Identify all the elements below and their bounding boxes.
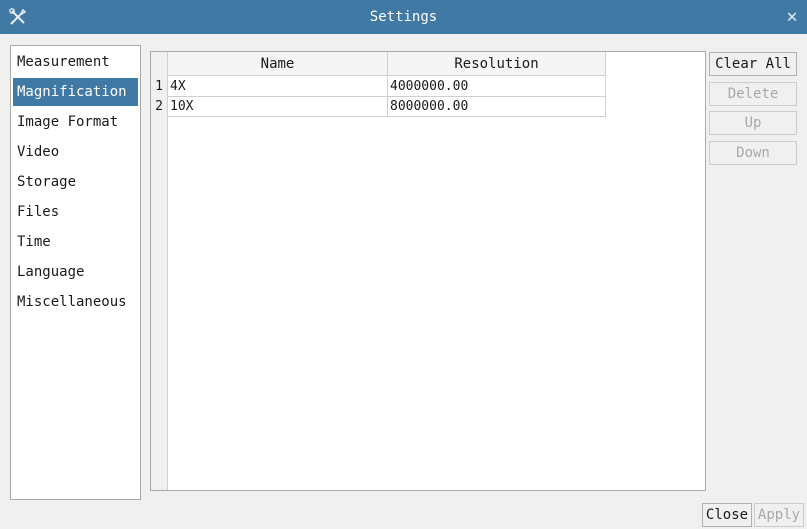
- column-header-name[interactable]: Name: [168, 52, 388, 76]
- sidebar-item-measurement[interactable]: Measurement: [13, 48, 138, 76]
- table-cell-resolution[interactable]: 8000000.00: [388, 97, 606, 117]
- row-number-column: [151, 52, 168, 490]
- title-bar: Settings ✕: [0, 0, 807, 34]
- row-number[interactable]: 2: [151, 97, 167, 117]
- window-title: Settings: [369, 9, 438, 25]
- apply-button[interactable]: Apply: [754, 503, 804, 527]
- table-cell-name[interactable]: 10X: [168, 97, 388, 117]
- magnification-table[interactable]: Name Resolution 1 4X 4000000.00 2 10X 80…: [150, 51, 706, 491]
- up-button[interactable]: Up: [709, 111, 797, 135]
- clear-all-button[interactable]: Clear All: [709, 52, 797, 76]
- table-cell-name[interactable]: 4X: [168, 77, 388, 97]
- sidebar-item-language[interactable]: Language: [13, 258, 138, 286]
- column-header-resolution[interactable]: Resolution: [388, 52, 606, 76]
- sidebar-item-magnification[interactable]: Magnification: [13, 78, 138, 106]
- sidebar-item-time[interactable]: Time: [13, 228, 138, 256]
- sidebar-item-miscellaneous[interactable]: Miscellaneous: [13, 288, 138, 316]
- down-button[interactable]: Down: [709, 141, 797, 165]
- close-icon[interactable]: ✕: [781, 6, 803, 28]
- table-cell-resolution[interactable]: 4000000.00: [388, 77, 606, 97]
- sidebar-item-storage[interactable]: Storage: [13, 168, 138, 196]
- settings-category-list: Measurement Magnification Image Format V…: [10, 45, 141, 500]
- close-button[interactable]: Close: [702, 503, 752, 527]
- delete-button[interactable]: Delete: [709, 82, 797, 106]
- sidebar-item-image-format[interactable]: Image Format: [13, 108, 138, 136]
- sidebar-item-video[interactable]: Video: [13, 138, 138, 166]
- row-number[interactable]: 1: [151, 77, 167, 97]
- sidebar-item-files[interactable]: Files: [13, 198, 138, 226]
